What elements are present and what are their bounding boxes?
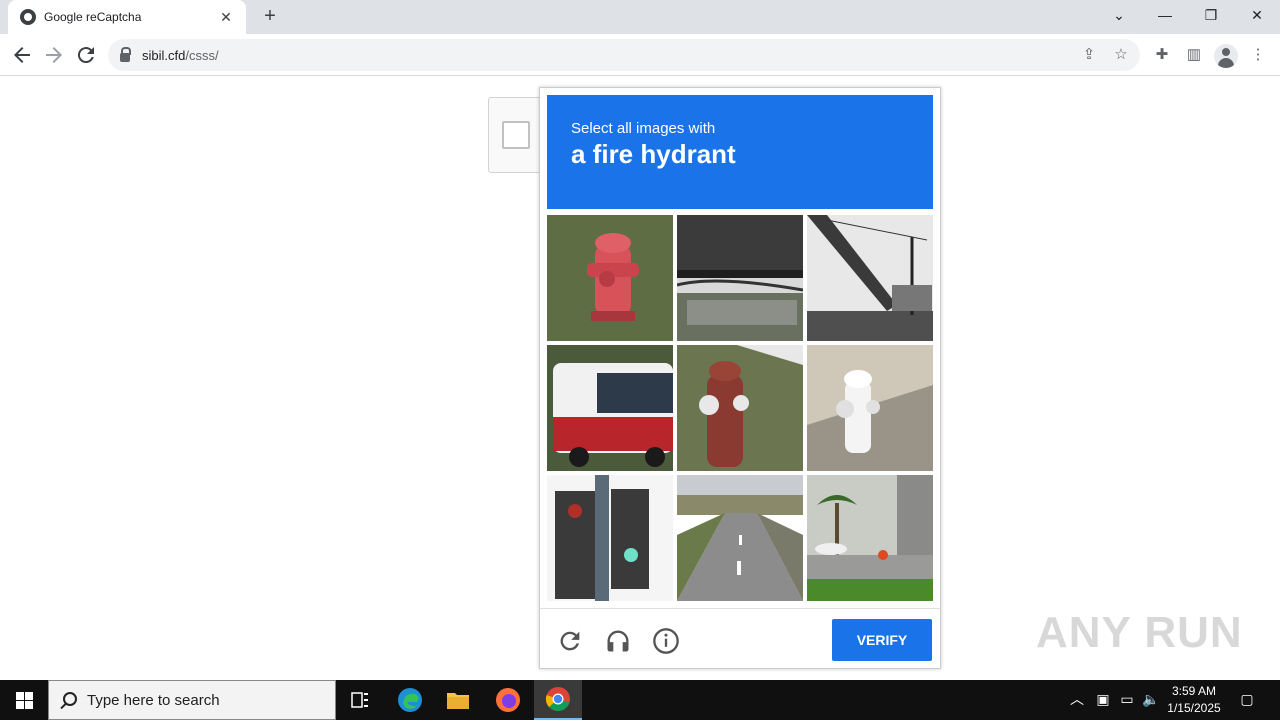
forward-arrow-icon: [46, 47, 62, 63]
recaptcha-checkbox[interactable]: [502, 121, 530, 149]
folder-icon: [447, 693, 469, 709]
lock-icon: [120, 46, 131, 62]
tile-fire-hydrant-2[interactable]: [677, 345, 803, 471]
audio-challenge-icon[interactable]: [604, 627, 632, 655]
task-view-button[interactable]: [336, 680, 384, 720]
tile-street-palms[interactable]: [807, 475, 933, 601]
tab-title: Google reCaptcha: [44, 10, 142, 24]
chrome-taskbar-button[interactable]: [534, 680, 582, 720]
captcha-challenge: Select all images with a fire hydrant VE…: [539, 87, 941, 669]
search-icon: [63, 692, 77, 706]
image-grid: [547, 215, 933, 601]
tab-search-button[interactable]: ⌄: [1096, 4, 1142, 26]
street-image: [807, 475, 933, 601]
challenge-prompt: Select all images with: [571, 120, 716, 137]
restore-button[interactable]: ❐: [1188, 4, 1234, 26]
edge-taskbar-button[interactable]: [386, 680, 434, 720]
close-window-button[interactable]: ✕: [1234, 4, 1280, 26]
profile-avatar[interactable]: [1214, 44, 1238, 68]
challenge-footer: VERIFY: [540, 608, 940, 668]
clock-time[interactable]: 3:59 AM: [1164, 684, 1224, 698]
fire-hydrant-image: [807, 345, 933, 471]
tray-chevron-icon[interactable]: ︿: [1068, 690, 1086, 708]
tile-bridge[interactable]: [677, 215, 803, 341]
fire-hydrant-image: [547, 215, 673, 341]
bus-image: [547, 345, 673, 471]
reload-challenge-icon[interactable]: [556, 627, 584, 655]
firefox-icon: [496, 688, 520, 712]
back-arrow-icon: [14, 47, 30, 63]
tile-fire-hydrant-3[interactable]: [807, 345, 933, 471]
minimize-button[interactable]: —: [1142, 4, 1188, 26]
menu-kebab-icon[interactable]: ⋮: [1247, 44, 1269, 66]
share-icon[interactable]: ⇪: [1080, 46, 1098, 64]
bridge-image: [677, 215, 803, 341]
network-icon[interactable]: ▭: [1118, 690, 1136, 708]
clock-date[interactable]: 1/15/2025: [1164, 701, 1224, 715]
tab-strip: Google reCaptcha ✕ + ⌄ — ❐ ✕: [0, 0, 1280, 34]
task-view-icon: [351, 692, 368, 708]
new-tab-button[interactable]: +: [258, 6, 282, 26]
info-icon[interactable]: [652, 627, 680, 655]
verify-button[interactable]: VERIFY: [832, 619, 932, 661]
tile-road[interactable]: [677, 475, 803, 601]
tile-traffic-light[interactable]: [547, 475, 673, 601]
browser-tab[interactable]: Google reCaptcha ✕: [8, 0, 246, 34]
tray-device-icon[interactable]: ▣: [1094, 690, 1112, 708]
reload-button[interactable]: [74, 43, 98, 67]
bookmark-star-icon[interactable]: ☆: [1112, 46, 1130, 64]
tile-overpass[interactable]: [807, 215, 933, 341]
challenge-target: a fire hydrant: [571, 139, 736, 169]
tile-fire-hydrant-1[interactable]: [547, 215, 673, 341]
overpass-image: [807, 215, 933, 341]
road-image: [677, 475, 803, 601]
back-button[interactable]: [10, 43, 34, 67]
file-explorer-taskbar-button[interactable]: [434, 680, 482, 720]
tab-close-icon[interactable]: ✕: [218, 9, 234, 26]
traffic-light-image: [547, 475, 673, 601]
url-host: sibil.cfd: [142, 47, 186, 63]
chrome-icon: [545, 687, 570, 711]
fire-hydrant-image: [677, 345, 803, 471]
globe-icon: [20, 9, 36, 25]
windows-logo-icon: [15, 691, 33, 709]
firefox-taskbar-button[interactable]: [484, 680, 532, 720]
windows-taskbar: Type here to search ︿ ▣ ▭ 🔈 3:59 AM 1/15…: [0, 680, 1280, 720]
notification-icon[interactable]: ▢: [1238, 690, 1256, 708]
reload-icon: [77, 47, 94, 64]
taskbar-search-box[interactable]: Type here to search: [48, 680, 336, 720]
side-panel-icon[interactable]: ▥: [1183, 44, 1205, 66]
extensions-icon[interactable]: ✚: [1151, 44, 1173, 66]
forward-button[interactable]: [42, 43, 66, 67]
browser-toolbar: sibil.cfd/csss/ ⇪ ☆ ✚ ▥ ⋮: [0, 34, 1280, 76]
tile-bus[interactable]: [547, 345, 673, 471]
challenge-header: Select all images with a fire hydrant: [547, 95, 933, 209]
edge-icon: [398, 688, 422, 712]
start-button[interactable]: [0, 680, 48, 720]
anyrun-watermark: ANY RUN: [1036, 608, 1243, 657]
volume-icon[interactable]: 🔈: [1142, 690, 1160, 708]
url-path: /csss/: [185, 47, 219, 63]
address-bar[interactable]: sibil.cfd/csss/ ⇪ ☆: [108, 39, 1140, 71]
taskbar-search-placeholder: Type here to search: [87, 691, 220, 709]
